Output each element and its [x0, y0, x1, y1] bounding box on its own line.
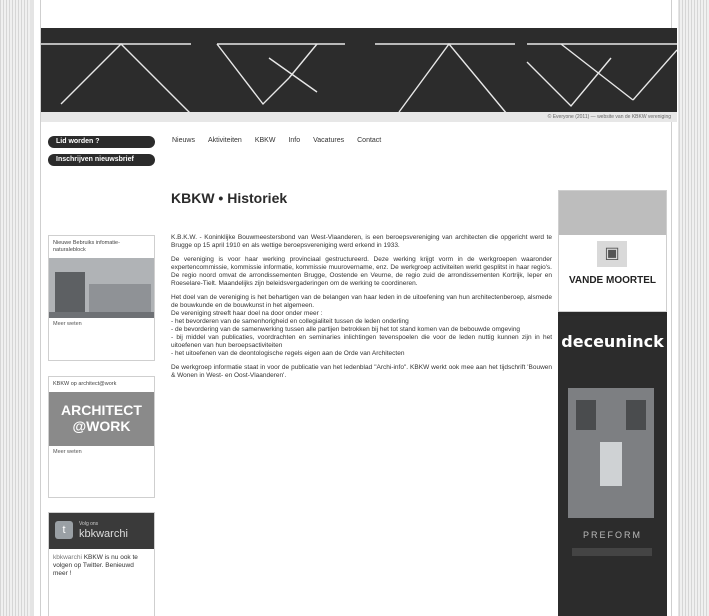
- tweet-text: kbkwarchi KBKW is nu ook te volgen op Tw…: [53, 554, 138, 577]
- tweet-handle[interactable]: kbkwarchi: [53, 554, 82, 561]
- paragraph-publication: De werkgroep informatie staat in voor de…: [171, 364, 552, 379]
- architect-at-work-logo: ARCHITECT @WORK: [49, 392, 154, 446]
- list-item: - bij middel van publicaties, voordracht…: [171, 334, 552, 349]
- twitter-bird-icon: t: [55, 521, 73, 539]
- ad-brand-name: deceuninck: [561, 332, 664, 351]
- ad-vande-moortel[interactable]: ▣ VANDE MOORTEL: [558, 190, 667, 312]
- nav-item-vacatures[interactable]: Vacatures: [313, 137, 344, 149]
- right-stripe-pattern: [679, 0, 709, 616]
- widget-title: KBKW op architect@work: [53, 381, 117, 387]
- left-stripe-pattern: [0, 0, 30, 616]
- banner-lines-graphic: [41, 42, 677, 115]
- widget-news-photo[interactable]: Nieuwe Bebruiks infomatie-naturaleblock …: [48, 235, 155, 361]
- nav-item-kbkw[interactable]: KBKW: [255, 137, 276, 149]
- header-banner: [41, 28, 677, 122]
- house-photo: [568, 388, 654, 518]
- ad-column: ▣ VANDE MOORTEL deceuninck PREFORM: [558, 190, 667, 616]
- vande-moortel-logo-icon: ▣: [597, 241, 627, 267]
- twitter-brand: kbkwarchi: [79, 528, 128, 540]
- nav-item-info[interactable]: Info: [288, 137, 300, 149]
- paragraph-goal: Het doel van de vereniging is het behart…: [171, 294, 552, 309]
- page-title: KBKW • Historiek: [171, 190, 288, 206]
- ad-brand-name: VANDE MOORTEL: [568, 275, 657, 286]
- twitter-header: t Volg ons kbkwarchi: [49, 513, 154, 549]
- newsletter-button[interactable]: Inschrijven nieuwsbrief: [48, 154, 155, 166]
- nav-item-aktiviteiten[interactable]: Aktiviteiten: [208, 137, 242, 149]
- paragraph-goal-lead: De vereniging streeft haar doel na door …: [171, 310, 323, 317]
- page: © Everyone (2011) — website van de KBKW …: [34, 0, 678, 616]
- article-body: K.B.K.W. - Koninklijke Bouwmeestersbond …: [171, 234, 552, 386]
- list-item: - het bevorderen van de samenhorigheid e…: [171, 318, 409, 325]
- widget-twitter[interactable]: t Volg ons kbkwarchi kbkwarchi KBKW is n…: [48, 512, 155, 616]
- building-photo: [49, 258, 154, 318]
- main-nav: Nieuws Aktiviteiten KBKW Info Vacatures …: [172, 137, 381, 149]
- nav-item-contact[interactable]: Contact: [357, 137, 381, 149]
- ad-deceuninck[interactable]: deceuninck PREFORM: [558, 316, 667, 616]
- widget-architect-at-work[interactable]: KBKW op architect@work ARCHITECT @WORK M…: [48, 376, 155, 498]
- member-button[interactable]: Lid worden ?: [48, 136, 155, 148]
- ad-product-name: PREFORM: [583, 530, 642, 540]
- paragraph-structure: De vereniging is voor haar werking provi…: [171, 256, 552, 287]
- widget-title: Nieuwe Bebruiks infomatie-naturaleblock: [53, 240, 120, 253]
- banner-caption-strip: © Everyone (2011) — website van de KBKW …: [41, 112, 677, 122]
- paragraph-intro: K.B.K.W. - Koninklijke Bouwmeestersbond …: [171, 234, 552, 249]
- widget-more-link[interactable]: Meer weten: [49, 318, 154, 330]
- banner-caption: © Everyone (2011) — website van de KBKW …: [547, 114, 671, 120]
- list-item: - de bevordering van de samenwerking tus…: [171, 326, 521, 333]
- nav-item-nieuws[interactable]: Nieuws: [172, 137, 195, 149]
- list-item: - het uitoefenen van de deontologische r…: [171, 350, 405, 357]
- widget-more-link[interactable]: Meer weten: [49, 446, 154, 458]
